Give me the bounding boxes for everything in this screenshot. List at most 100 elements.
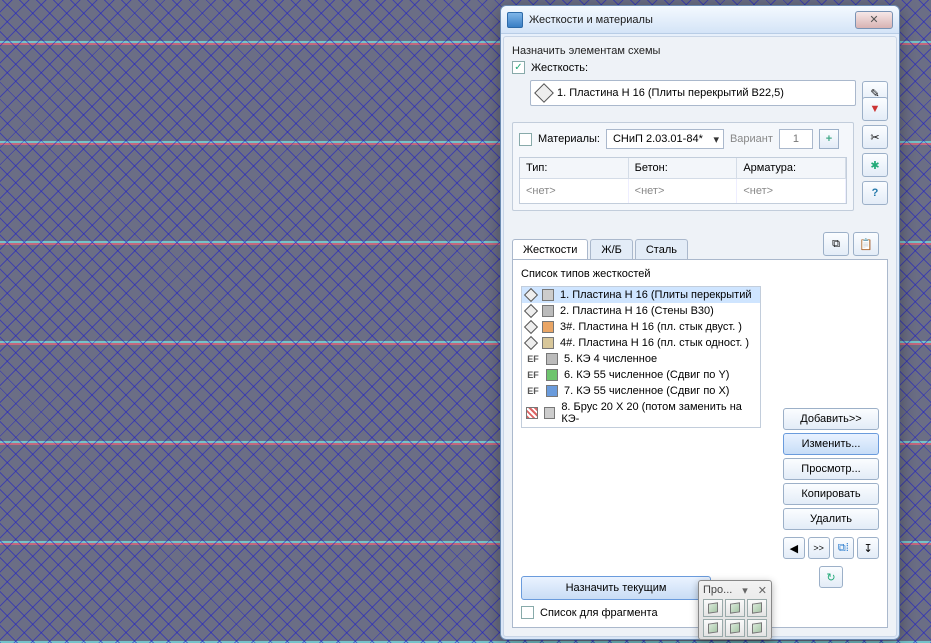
stiffness-label: Жесткость: <box>531 62 588 74</box>
copy-list-button[interactable]: ⧉ <box>823 232 849 256</box>
plate-icon <box>524 304 538 318</box>
stiffness-checkbox[interactable] <box>512 61 525 74</box>
right-icon: >> <box>813 543 824 553</box>
cut-button[interactable]: ✂ <box>862 125 888 149</box>
app-icon <box>507 12 523 28</box>
fragment-row: Список для фрагмента <box>521 606 711 619</box>
list-item[interactable]: 1. Пластина H 16 (Плиты перекрытий <box>522 287 760 303</box>
col-type: Тип: <box>520 158 629 179</box>
window-title: Жесткости и материалы <box>529 14 855 26</box>
variant-label: Вариант <box>730 133 773 145</box>
palette-title[interactable]: Про... ▾ ✕ <box>701 583 769 597</box>
list-buttons: Добавить>> Изменить... Просмотр... Копир… <box>783 408 879 588</box>
fragment-checkbox[interactable] <box>521 606 534 619</box>
current-stiffness-field[interactable]: 1. Пластина H 16 (Плиты перекрытий B22,5… <box>530 80 856 106</box>
code-dropdown[interactable]: СНиП 2.03.01-84* <box>606 129 724 149</box>
view-front-button[interactable] <box>725 599 745 617</box>
move-first-button[interactable]: ◀ <box>783 537 805 559</box>
paste-list-button[interactable]: 📋 <box>853 232 879 256</box>
swatch <box>542 337 554 349</box>
close-icon: ✕ <box>869 13 878 26</box>
swatch <box>542 321 554 333</box>
stiffness-materials-dialog: Жесткости и материалы ✕ Назначить элемен… <box>500 5 900 640</box>
assign-section-title: Назначить элементам схемы <box>512 45 888 57</box>
refresh-button[interactable]: ↻ <box>819 566 843 588</box>
stiffness-row: Жесткость: <box>512 61 888 74</box>
add-variant-button[interactable]: + <box>819 129 839 149</box>
cell-type[interactable]: <нет> <box>520 179 629 203</box>
swatch <box>546 369 558 381</box>
copy-icon: ⧉ <box>832 238 840 251</box>
materials-header: Материалы: СНиП 2.03.01-84* Вариант 1 + <box>519 129 847 149</box>
ef-icon: EF <box>526 386 540 396</box>
filter-icon: ▼ <box>870 103 881 115</box>
marker-button[interactable]: ✱ <box>862 153 888 177</box>
view-persp-button[interactable] <box>747 619 767 637</box>
titlebar[interactable]: Жесткости и материалы ✕ <box>501 6 899 34</box>
fragment-label: Список для фрагмента <box>540 607 658 619</box>
tab-stiffness[interactable]: Жесткости <box>512 239 588 260</box>
edit-button[interactable]: Изменить... <box>783 433 879 455</box>
cell-concrete[interactable]: <нет> <box>629 179 738 203</box>
materials-grid: Тип: Бетон: Арматура: <нет> <нет> <нет> <box>519 157 847 204</box>
variant-spinner[interactable]: 1 <box>779 129 813 149</box>
palette-grid <box>701 597 769 639</box>
projection-palette[interactable]: Про... ▾ ✕ <box>698 580 772 640</box>
tab-panel-stiffness: ⧉ 📋 Список типов жесткостей 1. Пластина … <box>512 259 888 628</box>
view-back-button[interactable] <box>725 619 745 637</box>
plate-icon <box>534 83 554 103</box>
swatch <box>544 407 556 419</box>
axis-button[interactable]: ↧ <box>857 537 879 559</box>
palette-close[interactable]: ✕ <box>758 584 767 597</box>
list-item[interactable]: EF6. КЭ 55 численное (Сдвиг по Y) <box>522 367 760 383</box>
view-side-button[interactable] <box>747 599 767 617</box>
swatch <box>546 353 558 365</box>
list-item[interactable]: 4#. Пластина H 16 (пл. стык одност. ) <box>522 335 760 351</box>
list-item[interactable]: EF5. КЭ 4 численное <box>522 351 760 367</box>
swatch <box>542 289 554 301</box>
axis-icon: ↧ <box>864 542 873 555</box>
add-button[interactable]: Добавить>> <box>783 408 879 430</box>
list-title: Список типов жесткостей <box>521 268 879 280</box>
refresh-icon: ↻ <box>826 571 835 584</box>
materials-checkbox[interactable] <box>519 133 532 146</box>
plate-icon <box>524 320 538 334</box>
help-button[interactable]: ? <box>862 181 888 205</box>
side-toolbar: ▼ ✂ ✱ ? <box>862 97 888 205</box>
view-iso-button[interactable] <box>703 599 723 617</box>
left-icon: ◀ <box>790 542 798 555</box>
filter-button[interactable]: ▼ <box>862 97 888 121</box>
hatch-icon <box>526 407 538 419</box>
swatch <box>546 385 558 397</box>
current-stiffness-text: 1. Пластина H 16 (Плиты перекрытий B22,5… <box>557 87 784 99</box>
materials-label: Материалы: <box>538 133 600 145</box>
view-button[interactable]: Просмотр... <box>783 458 879 480</box>
view-top-button[interactable] <box>703 619 723 637</box>
swatch <box>542 305 554 317</box>
link-button[interactable]: ⧉⁞ <box>833 537 855 559</box>
list-item[interactable]: EF7. КЭ 55 численное (Сдвиг по X) <box>522 383 760 399</box>
ef-icon: EF <box>526 354 540 364</box>
ef-icon: EF <box>526 370 540 380</box>
marker-icon: ✱ <box>870 159 879 172</box>
plate-icon <box>524 336 538 350</box>
link-icon: ⧉⁞ <box>838 542 849 555</box>
col-concrete: Бетон: <box>629 158 738 179</box>
list-item[interactable]: 2. Пластина H 16 (Стены B30) <box>522 303 760 319</box>
close-button[interactable]: ✕ <box>855 11 893 29</box>
paste-icon: 📋 <box>859 238 873 251</box>
tab-rc[interactable]: Ж/Б <box>590 239 632 260</box>
move-next-button[interactable]: >> <box>808 537 830 559</box>
help-icon: ? <box>872 187 879 199</box>
delete-button[interactable]: Удалить <box>783 508 879 530</box>
dialog-body: Назначить элементам схемы Жесткость: 1. … <box>503 36 897 637</box>
current-stiffness-row: 1. Пластина H 16 (Плиты перекрытий B22,5… <box>530 80 888 106</box>
tab-steel[interactable]: Сталь <box>635 239 688 260</box>
stiffness-list[interactable]: 1. Пластина H 16 (Плиты перекрытий 2. Пл… <box>521 286 761 428</box>
copy-button[interactable]: Копировать <box>783 483 879 505</box>
materials-group: Материалы: СНиП 2.03.01-84* Вариант 1 + … <box>512 122 854 211</box>
assign-current-button[interactable]: Назначить текущим <box>521 576 711 600</box>
list-item[interactable]: 3#. Пластина H 16 (пл. стык двуст. ) <box>522 319 760 335</box>
cell-rebar[interactable]: <нет> <box>737 179 846 203</box>
list-item[interactable]: 8. Брус 20 X 20 (потом заменить на КЭ- <box>522 399 760 427</box>
